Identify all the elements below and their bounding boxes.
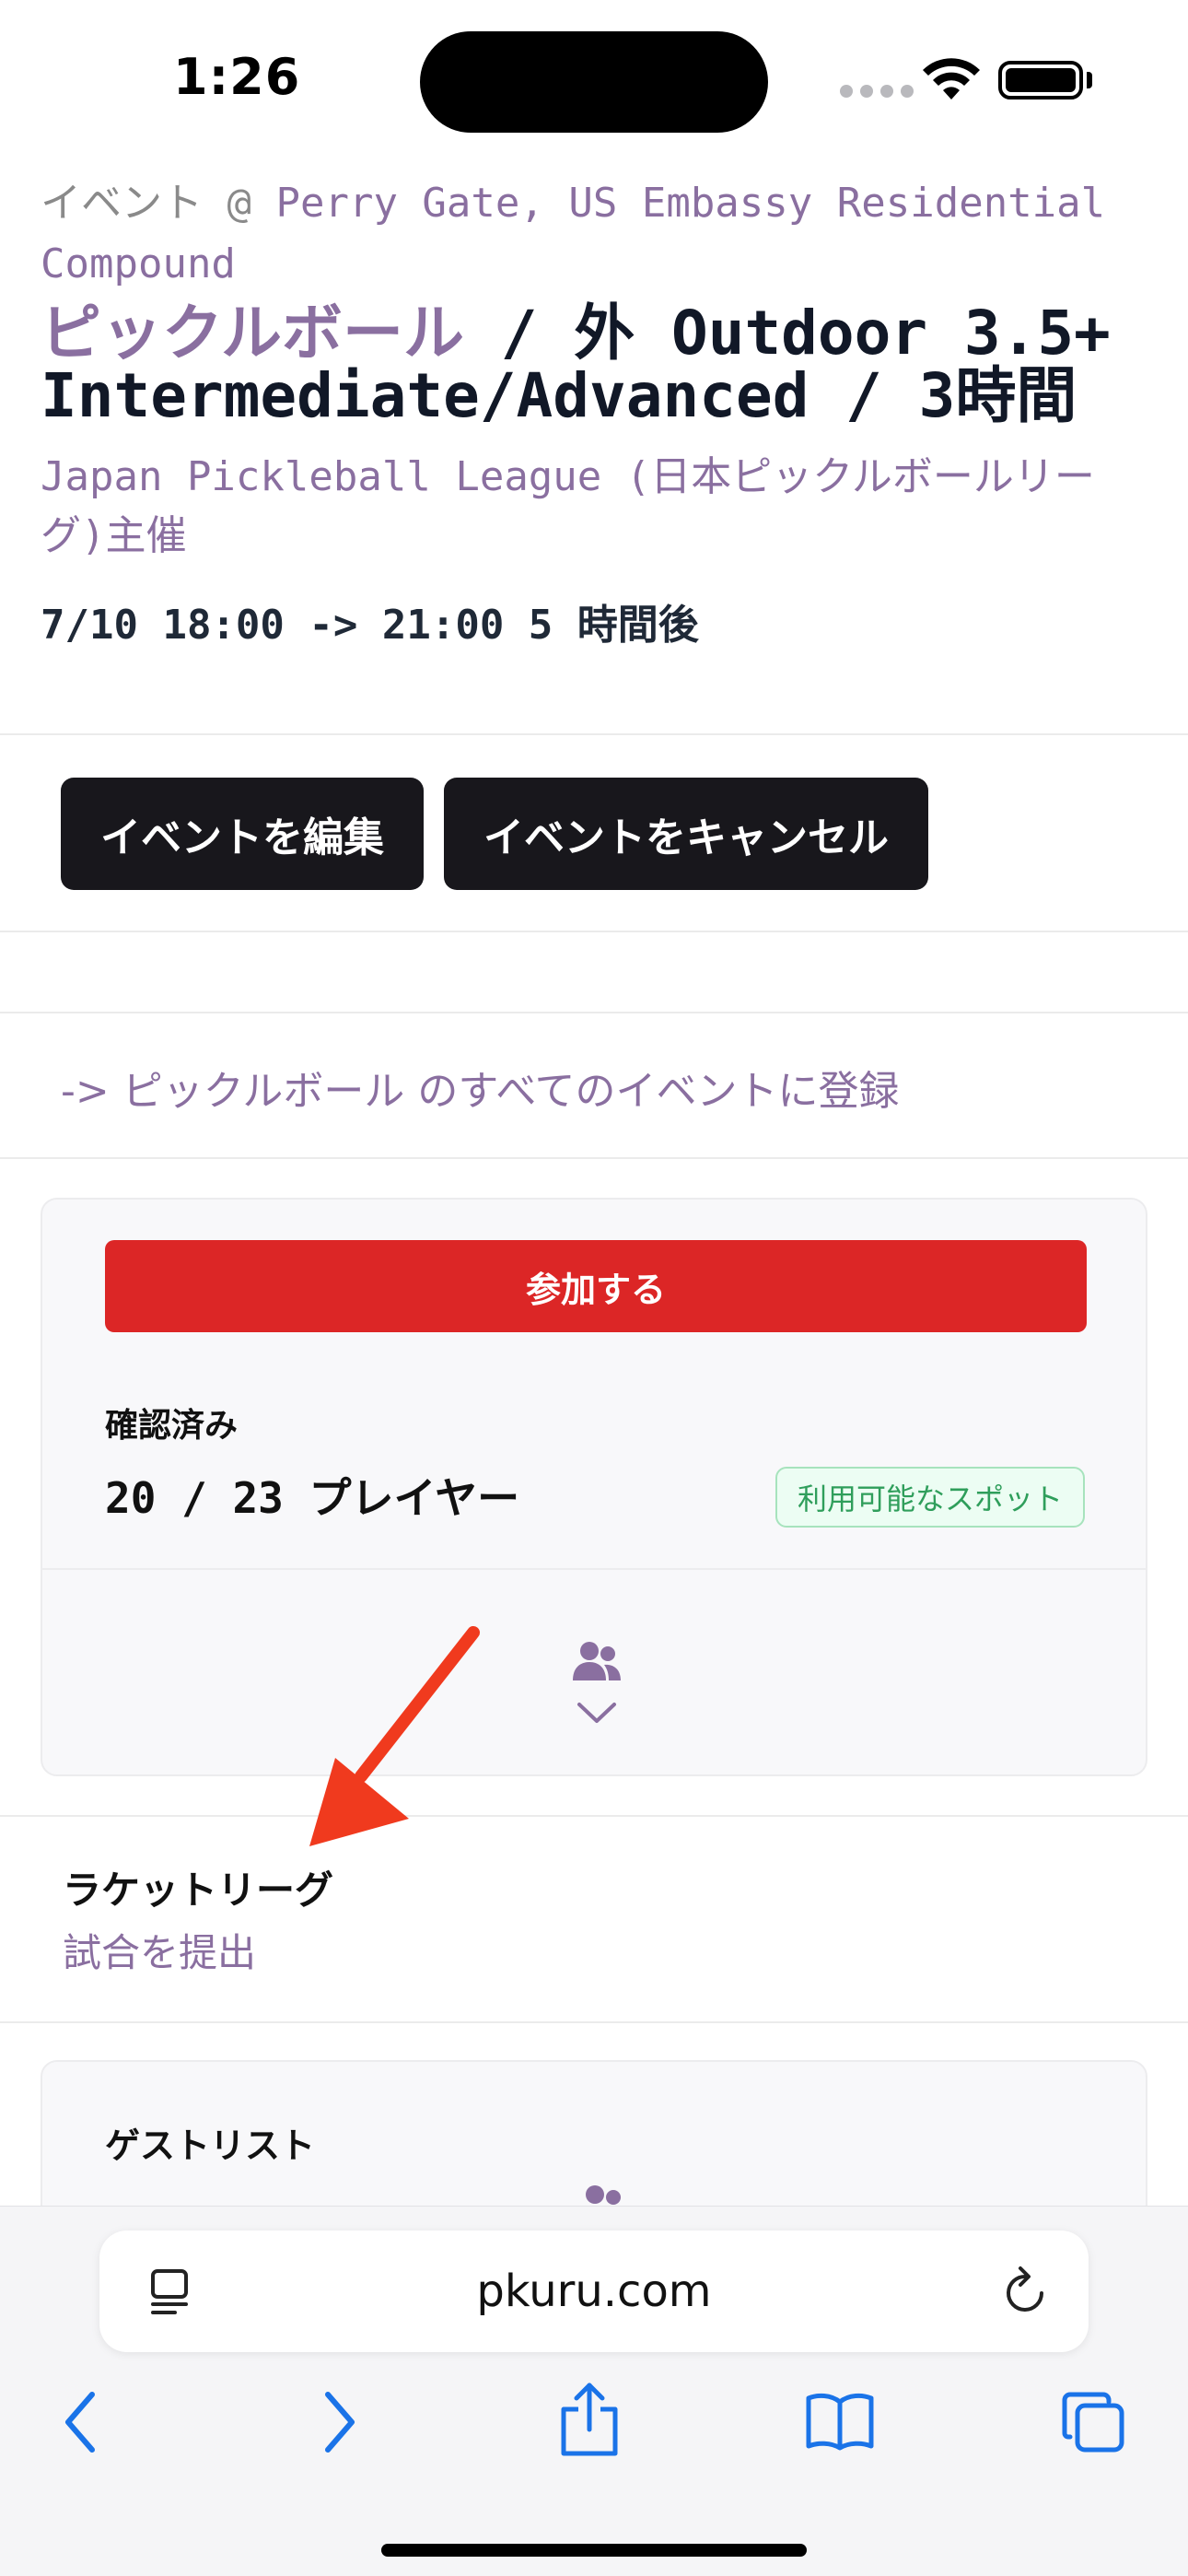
- divider: [0, 733, 1188, 735]
- divider: [0, 1012, 1188, 1013]
- event-header: イベント @ Perry Gate, US Embassy Residentia…: [41, 173, 1155, 650]
- reload-icon[interactable]: [1002, 2266, 1050, 2317]
- players-count: 20 / 23 プレイヤー: [105, 1473, 520, 1523]
- venue-prefix: イベント @: [41, 180, 276, 227]
- submit-match-link[interactable]: 試合を提出: [63, 1922, 256, 1978]
- event-datetime: 7/10 18:00 -> 21:00 5 時間後: [41, 602, 699, 649]
- venue-line: イベント @ Perry Gate, US Embassy Residentia…: [41, 173, 1155, 295]
- chevron-left-icon[interactable]: [59, 2387, 103, 2457]
- address-bar[interactable]: pkuru.com: [99, 2231, 1089, 2352]
- cancel-event-button[interactable]: イベントをキャンセル: [444, 778, 928, 890]
- chevron-right-icon[interactable]: [317, 2387, 361, 2457]
- status-time: 1:26: [173, 48, 301, 106]
- divider: [0, 1815, 1188, 1817]
- people-icon[interactable]: [571, 1640, 623, 1682]
- divider: [0, 1157, 1188, 1159]
- tabs-icon[interactable]: [1061, 2391, 1127, 2455]
- url-text: pkuru.com: [476, 2266, 712, 2317]
- organizer-link[interactable]: Japan Pickleball League (日本ピックルボールリーグ)主催: [41, 448, 1155, 566]
- status-bar: 1:26: [0, 0, 1188, 157]
- cellular-signal-icon: [840, 85, 914, 98]
- battery-nub: [1087, 72, 1092, 88]
- racket-league-title: ラケットリーグ: [63, 1868, 334, 1913]
- confirmed-label: 確認済み: [105, 1407, 239, 1445]
- participation-card: 参加する 確認済み 20 / 23 プレイヤー 利用可能なスポット: [41, 1198, 1147, 1776]
- join-button[interactable]: 参加する: [105, 1240, 1087, 1332]
- subscribe-all-events-link[interactable]: -> ピックルボール のすべてのイベントに登録: [61, 1058, 900, 1117]
- chevron-down-icon[interactable]: [577, 1701, 617, 1725]
- wifi-icon: [923, 58, 980, 100]
- dynamic-island: [420, 31, 768, 133]
- divider: [0, 2021, 1188, 2023]
- browser-toolbar: pkuru.com: [0, 2206, 1188, 2576]
- spots-available-badge: 利用可能なスポット: [775, 1467, 1085, 1528]
- edit-event-button[interactable]: イベントを編集: [61, 778, 424, 890]
- home-indicator: [381, 2544, 807, 2557]
- battery-icon: [998, 61, 1083, 100]
- card-divider: [42, 1568, 1146, 1570]
- sport-link[interactable]: ピックルボール: [41, 298, 464, 369]
- guest-list-title: ゲストリスト: [105, 2125, 316, 2166]
- event-title: ピックルボール / 外 Outdoor 3.5+ Intermediate/Ad…: [41, 302, 1155, 427]
- book-icon[interactable]: [805, 2391, 875, 2452]
- share-icon[interactable]: [556, 2382, 623, 2457]
- divider: [0, 931, 1188, 932]
